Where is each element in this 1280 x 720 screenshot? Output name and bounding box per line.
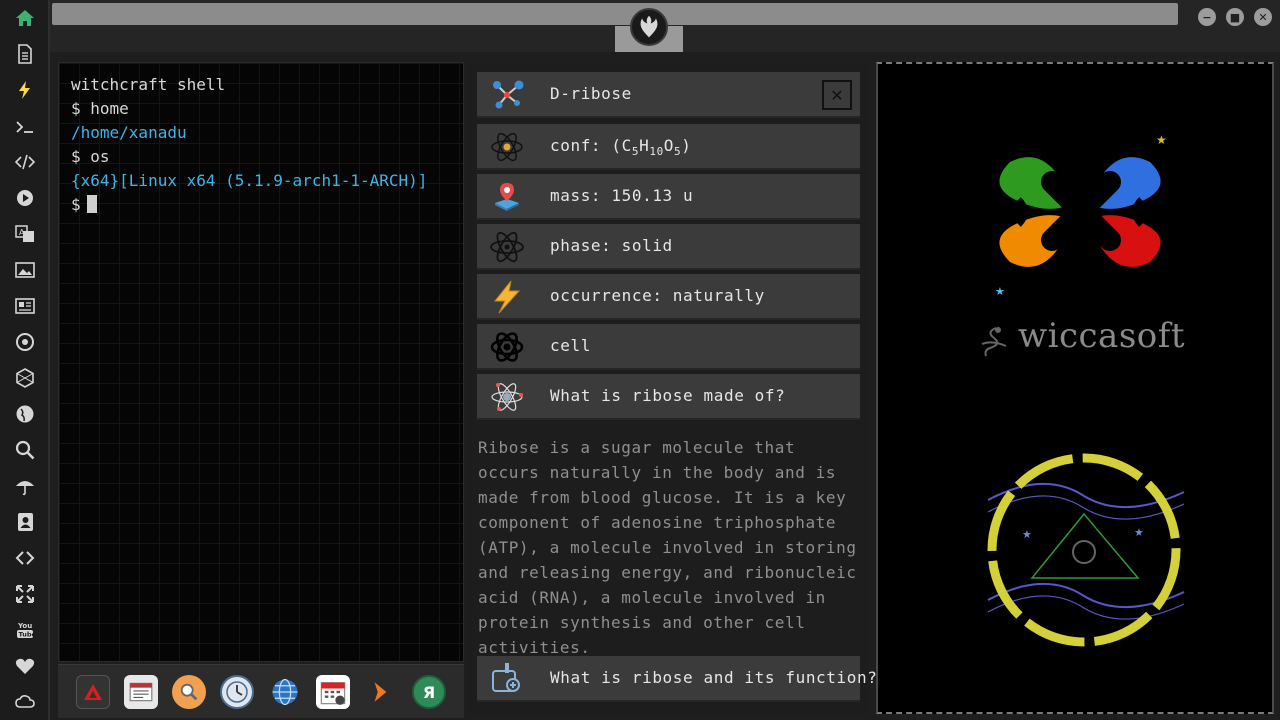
brand-panel: ★ ★ ★ ★ wiccasoft xyxy=(876,62,1274,714)
formula-suffix: ) xyxy=(681,136,692,155)
brand-name: wiccasoft xyxy=(1018,316,1185,356)
answer-paragraph: Ribose is a sugar molecule that occurs n… xyxy=(478,438,857,657)
molecule-icon xyxy=(489,77,525,113)
code-icon[interactable] xyxy=(13,150,37,174)
info-row-phase[interactable]: phase: solid xyxy=(477,224,860,270)
calendar-app-icon[interactable] xyxy=(316,675,350,709)
atom-sphere-icon xyxy=(489,379,525,415)
translate-icon[interactable]: A xyxy=(13,222,37,246)
forward-app-icon[interactable] xyxy=(364,675,398,709)
clock-app-icon[interactable] xyxy=(220,675,254,709)
news-icon[interactable] xyxy=(13,294,37,318)
fullscreen-icon[interactable] xyxy=(13,582,37,606)
close-window-button[interactable]: ✕ xyxy=(1254,8,1272,26)
heart-icon[interactable] xyxy=(13,654,37,678)
question-2-label: What is ribose and its function? xyxy=(550,668,878,687)
occurrence-label: occurrence: naturally xyxy=(550,286,765,305)
info-row-mass[interactable]: mass: 150.13 u xyxy=(477,174,860,220)
terminal-line: $ os xyxy=(71,147,110,166)
info-row-question-2[interactable]: What is ribose and its function? xyxy=(477,656,877,702)
terminal-line: $ home xyxy=(71,99,129,118)
home-icon[interactable] xyxy=(13,6,37,30)
close-panel-button[interactable]: ✕ xyxy=(822,80,852,110)
svg-text:You: You xyxy=(17,622,32,630)
umbrella-icon[interactable] xyxy=(13,474,37,498)
question-1-label: What is ribose made of? xyxy=(550,386,786,405)
info-row-title[interactable]: D-ribose ✕ xyxy=(477,72,860,118)
rebel-emblem-icon[interactable] xyxy=(630,8,668,46)
cloud-icon[interactable] xyxy=(13,690,37,714)
globe-app-icon[interactable] xyxy=(268,675,302,709)
molecule-title: D-ribose xyxy=(550,84,632,103)
minimize-button[interactable]: − xyxy=(1198,8,1216,26)
react-atom-icon xyxy=(489,329,525,365)
terminal-window[interactable]: witchcraft shell $ home /home/xanadu $ o… xyxy=(58,62,464,662)
terminal-prompt: $ xyxy=(71,195,81,214)
cell-label: cell xyxy=(550,336,591,355)
settings-icon[interactable] xyxy=(13,330,37,354)
desktop: A You Tube − ■ ✕ witchcraft shell $ home… xyxy=(0,0,1280,720)
chemistry-lab-icon xyxy=(489,661,525,697)
info-row-occurrence[interactable]: occurrence: naturally xyxy=(477,274,860,320)
top-search-strip[interactable] xyxy=(52,3,1178,25)
wiccasoft-logo-art: ★ ★ ★ ★ xyxy=(981,133,1185,647)
search-icon[interactable] xyxy=(13,438,37,462)
play-icon[interactable] xyxy=(13,186,37,210)
terminal-prompt-line[interactable]: $ xyxy=(71,193,427,217)
svg-text:Tube: Tube xyxy=(19,631,36,639)
svg-text:★: ★ xyxy=(1156,133,1167,147)
lightning-icon[interactable] xyxy=(13,78,37,102)
formula-h-symbol: H xyxy=(639,136,650,155)
share-icon[interactable] xyxy=(13,546,37,570)
search-app-icon[interactable] xyxy=(172,675,206,709)
terminal-icon[interactable] xyxy=(13,115,37,139)
maximize-button[interactable]: ■ xyxy=(1226,8,1244,26)
info-row-question-1[interactable]: What is ribose made of? xyxy=(477,374,860,420)
terminal-output: witchcraft shell $ home /home/xanadu $ o… xyxy=(71,73,427,217)
terminal-line: /home/xanadu xyxy=(71,123,187,142)
info-row-cell[interactable]: cell xyxy=(477,324,860,370)
launcher-icon[interactable] xyxy=(76,675,110,709)
formula-h-count: 10 xyxy=(649,145,664,159)
contacts-icon[interactable] xyxy=(13,510,37,534)
news-app-icon[interactable] xyxy=(124,675,158,709)
atom-icon xyxy=(489,129,525,165)
phase-label: phase: solid xyxy=(550,236,673,255)
info-panel: D-ribose ✕ conf: (C5H10O5) mass: 150.13 … xyxy=(468,64,877,714)
map-pin-icon xyxy=(489,179,525,215)
formula-label: conf: (C5H10O5) xyxy=(550,124,692,174)
formula-prefix: conf: (C xyxy=(550,136,632,155)
yandex-app-icon[interactable]: Я xyxy=(412,675,446,709)
youtube-icon[interactable]: You Tube xyxy=(13,618,37,642)
svg-text:A: A xyxy=(19,228,25,237)
lightning-bolt-icon xyxy=(489,279,525,315)
mass-label: mass: 150.13 u xyxy=(550,186,694,205)
terminal-line: {x64}[Linux x64 (5.1.9-arch1-1-ARCH)] xyxy=(71,171,428,190)
document-icon[interactable] xyxy=(13,42,37,66)
svg-text:★: ★ xyxy=(1022,528,1032,541)
hexagon-icon[interactable] xyxy=(13,366,37,390)
terminal-cursor xyxy=(86,195,97,213)
svg-text:★: ★ xyxy=(995,285,1005,298)
svg-text:★: ★ xyxy=(1134,526,1144,539)
globe-icon[interactable] xyxy=(13,402,37,426)
info-row-formula[interactable]: conf: (C5H10O5) xyxy=(477,124,860,170)
image-icon[interactable] xyxy=(13,258,37,282)
atom-outline-icon xyxy=(489,229,525,265)
formula-o-symbol: O xyxy=(663,136,675,155)
terminal-line: witchcraft shell xyxy=(71,75,226,94)
app-sidebar: A You Tube xyxy=(0,0,50,720)
app-dock: Я xyxy=(58,664,464,718)
